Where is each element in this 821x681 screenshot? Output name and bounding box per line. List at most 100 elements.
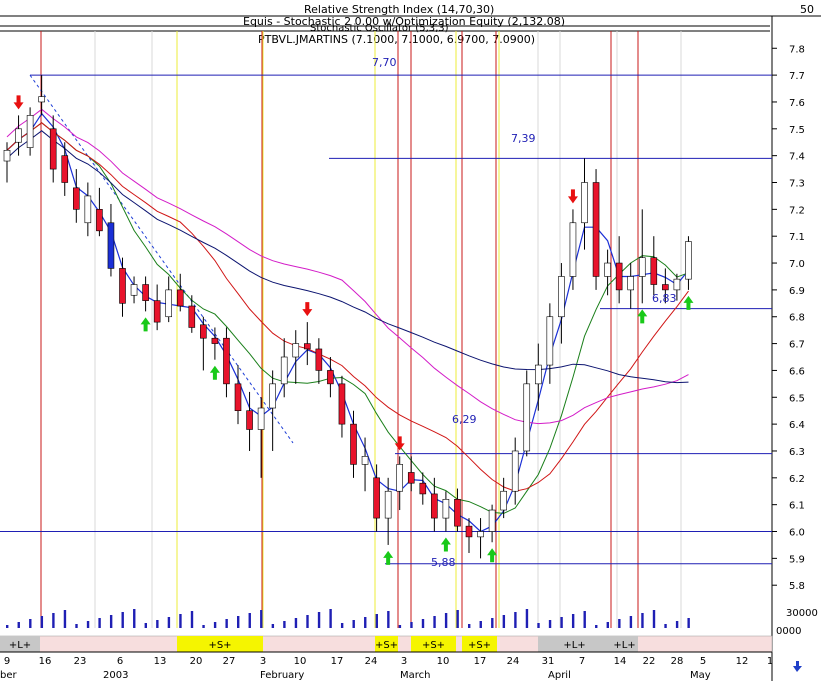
volume-bar	[514, 612, 517, 628]
volume-bar	[317, 612, 321, 628]
x-tick-label: 31	[542, 656, 555, 667]
scroll-up-icon[interactable]	[793, 661, 802, 672]
volume-bar	[86, 621, 90, 628]
candle-body	[361, 456, 369, 465]
annotation-right-low: 6,83	[652, 292, 677, 305]
symbol-label: PTBVL.JMARTINS (7.1000, 7.1000, 6.9700, …	[258, 33, 535, 46]
volume-bar	[664, 624, 667, 628]
candle-body	[477, 531, 484, 538]
volume-bar	[560, 617, 563, 628]
horizontal-levels	[0, 74, 772, 565]
signal-band-strip: +L+ +S+ +S+ +S+ +S+ +L+ +L+	[0, 635, 773, 653]
y-tick-label: 5.9	[789, 554, 805, 565]
candle-body	[638, 257, 646, 277]
candle-body	[523, 383, 531, 452]
buy-arrow-icon	[440, 537, 451, 552]
candle-body	[384, 490, 392, 519]
volume-bar	[156, 620, 159, 628]
band-label: +L+	[563, 640, 585, 651]
signal-bands-background	[40, 31, 682, 628]
candle-body	[500, 490, 507, 511]
volume-bar	[75, 624, 78, 628]
candle-body	[650, 257, 658, 285]
x-tick-label: 3	[401, 656, 407, 667]
candle-body	[419, 482, 427, 495]
volume-bar	[40, 616, 44, 628]
candle-body	[534, 364, 542, 385]
month-label: March	[400, 670, 430, 681]
volume-bar	[606, 622, 609, 628]
candle-body	[442, 498, 450, 519]
volume-bar	[283, 621, 286, 628]
candle-body	[257, 407, 265, 430]
volume-bar	[491, 618, 494, 628]
volume-bar	[17, 622, 20, 628]
x-tick-label: 24	[365, 656, 378, 667]
volume-bar	[202, 625, 205, 628]
x-tick-label: 6	[117, 656, 123, 667]
band-label: +L+	[9, 640, 31, 651]
candle-body	[396, 464, 404, 492]
trendline	[29, 74, 294, 444]
candle-body	[200, 324, 207, 339]
volume-bar	[687, 618, 690, 628]
x-tick-label: 5	[700, 656, 706, 667]
volume-bar	[52, 613, 55, 628]
candles	[3, 75, 692, 559]
x-axis: 9 16 23 6 13 20 27 3 10 17 24 3 10 17 24 31 7 14 22 28 5 12 1 b…	[0, 651, 773, 681]
candle-body	[338, 383, 346, 425]
volume-bar	[190, 611, 194, 628]
candle-body	[407, 472, 415, 484]
volume-bar	[121, 612, 124, 628]
x-tick-label: 14	[614, 656, 627, 667]
candle-body	[292, 343, 300, 358]
y-tick-label: 7.5	[789, 125, 805, 136]
y-tick-label: 5.8	[789, 581, 805, 592]
candle-body	[49, 128, 57, 170]
candle-body	[615, 262, 623, 291]
candle-body	[96, 209, 103, 232]
volume-bar	[618, 619, 621, 628]
volume-bar	[237, 616, 240, 628]
y-tick-label: 6.9	[789, 286, 805, 297]
ma-red-line	[6, 122, 689, 492]
volume-bar	[456, 610, 459, 628]
x-tick-label: 27	[223, 656, 236, 667]
chart-window: Relative Strength Index (14,70,30) Equis…	[0, 0, 821, 681]
volume-bar	[260, 610, 263, 628]
x-tick-label: 9	[4, 656, 10, 667]
y-tick-label: 7.8	[789, 44, 805, 55]
volume-bar	[595, 625, 598, 628]
candle-body	[61, 155, 69, 183]
month-label: February	[260, 670, 304, 681]
buy-arrow-icon	[683, 295, 694, 310]
candle-body	[303, 343, 311, 350]
y-tick-label: 6.8	[789, 313, 805, 324]
candle-body	[569, 222, 577, 277]
candle-body	[327, 370, 334, 385]
volume-bar	[410, 622, 413, 628]
annotation-mid: 6,29	[452, 413, 477, 426]
annotation-low: 5,88	[431, 556, 456, 569]
volume-bar	[641, 613, 644, 628]
volume-bar	[468, 624, 471, 628]
candle-body	[84, 195, 92, 224]
month-label: 2003	[103, 670, 128, 681]
volume-bar	[387, 611, 390, 628]
volume-bar	[364, 617, 367, 628]
x-tick-label: 17	[331, 656, 344, 667]
candle-body	[685, 241, 692, 280]
band-label: +L+	[613, 640, 635, 651]
candle-body	[454, 498, 461, 527]
candle-body	[662, 284, 669, 291]
candle-body	[26, 115, 34, 148]
volume-bar	[248, 613, 251, 628]
volume-bar	[271, 624, 275, 628]
candle-body	[315, 348, 323, 371]
y-tick-label: 7.6	[789, 98, 805, 109]
price-chart[interactable]: Relative Strength Index (14,70,30) Equis…	[0, 0, 821, 681]
moving-averages	[6, 108, 689, 533]
band-label: +S+	[468, 640, 491, 651]
candle-body	[373, 477, 380, 519]
volume-bar	[571, 614, 575, 628]
